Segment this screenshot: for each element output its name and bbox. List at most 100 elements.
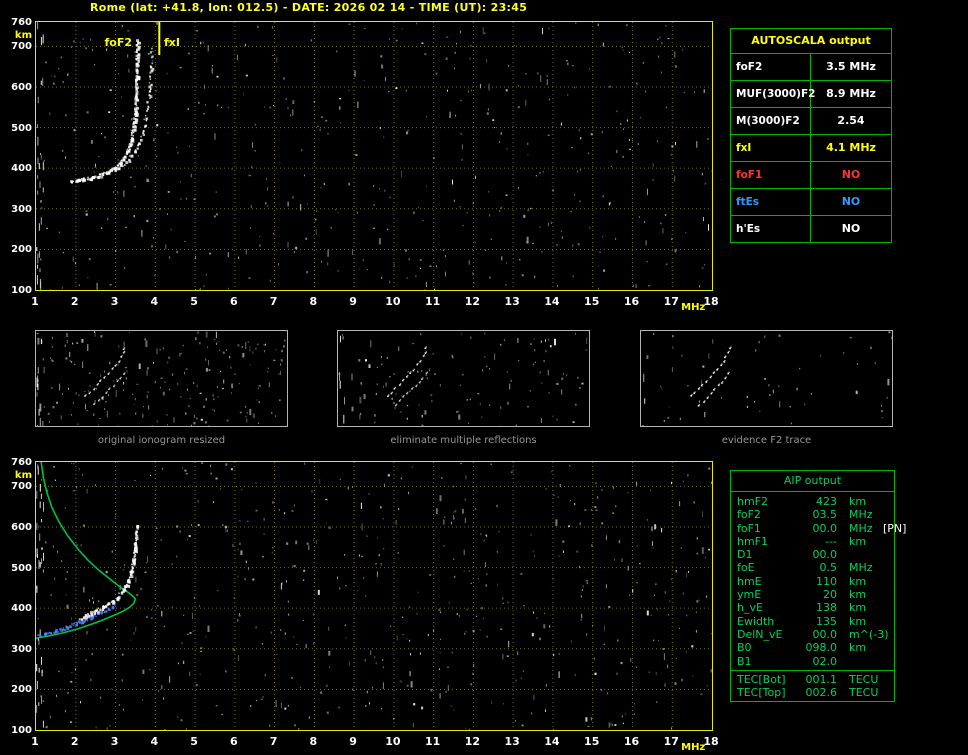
y-axis-unit-label: km <box>14 30 32 41</box>
x-axis-tick: 11 <box>424 735 441 748</box>
table-row: ftEs NO <box>731 189 891 216</box>
table-cell <box>881 495 894 508</box>
thumbnail-caption: eliminate multiple reflections <box>390 435 537 446</box>
table-cell-label: MUF(3000)F2 <box>731 81 815 107</box>
x-axis-tick: 2 <box>70 295 79 308</box>
table-cell: km <box>849 588 867 602</box>
table-cell-label: foF2 <box>731 54 811 80</box>
table-cell-label: foF1 <box>731 162 811 188</box>
x-axis-tick: 17 <box>663 735 679 748</box>
x-axis-tick: 13 <box>504 735 520 748</box>
y-axis-tick: 200 <box>11 244 32 256</box>
fxI-annotation-label: fxI <box>164 36 180 49</box>
table-cell-label: h'Es <box>731 216 811 242</box>
x-axis-unit-label: MHz <box>681 742 706 753</box>
x-axis-tick: 17 <box>663 295 679 308</box>
x-axis-tick: 5 <box>190 295 198 308</box>
x-axis-tick: 3 <box>110 735 119 748</box>
table-cell: km <box>849 614 867 628</box>
bottom-ionogram-profile-plot <box>35 461 713 731</box>
table-cell: 002.6 <box>805 686 838 700</box>
table-cell: --- <box>825 534 837 548</box>
table-cell: hmF2 <box>737 495 769 508</box>
table-cell: hmE <box>737 574 762 588</box>
table-cell-label: ftEs <box>731 189 811 215</box>
table-cell: 098.0 <box>805 641 838 655</box>
table-row: foF2 03.5 MHz <box>731 508 894 521</box>
table-cell <box>881 641 894 654</box>
table-cell: ymE <box>737 588 762 602</box>
table-row: foF1 NO <box>731 162 891 189</box>
table-cell <box>881 655 894 668</box>
table-cell <box>881 561 894 574</box>
table-cell-label: fxI <box>731 135 811 161</box>
y-axis-tick: 500 <box>11 122 32 134</box>
table-cell: TECU <box>849 686 879 700</box>
x-axis-tick: 16 <box>623 295 640 308</box>
table-cell: foF1 <box>737 521 761 535</box>
x-axis-tick: 6 <box>229 735 238 748</box>
table-row: foE 0.5 MHz <box>731 561 894 574</box>
table-row: M(3000)F2 2.54 <box>731 108 891 135</box>
x-axis-tick: 10 <box>385 735 401 748</box>
x-axis-tick: 8 <box>309 735 318 748</box>
table-cell: 138 <box>816 601 837 615</box>
table-cell <box>881 601 894 614</box>
table-cell: km <box>849 601 867 615</box>
y-axis-tick: 600 <box>11 81 32 93</box>
table-cell: hmF1 <box>737 534 769 548</box>
table-cell-value: NO <box>841 168 861 181</box>
x-axis-tick: 9 <box>349 735 357 748</box>
table-cell: B1 <box>737 654 752 668</box>
table-cell: 00.0 <box>812 627 838 641</box>
table-row: ymE 20 km <box>731 588 894 601</box>
x-axis-tick: 5 <box>190 735 198 748</box>
table-row: h'Es NO <box>731 216 891 242</box>
y-axis-tick: 400 <box>11 603 32 615</box>
autoscala-table-rows: foF2 3.5 MHz MUF(3000)F2 8.9 MHz M(3000)F2 2.… <box>731 54 891 242</box>
table-cell: km <box>849 641 867 655</box>
table-cell <box>881 673 894 686</box>
table-row: fxI 4.1 MHz <box>731 135 891 162</box>
table-separator <box>731 669 894 671</box>
x-axis-tick: 4 <box>150 295 159 308</box>
thumbnail-canvas <box>36 331 286 432</box>
table-cell <box>881 588 894 601</box>
table-row: foF2 3.5 MHz <box>731 54 891 81</box>
x-axis-tick: 8 <box>309 295 318 308</box>
x-axis-tick: 7 <box>269 735 278 748</box>
x-axis-tick: 1 <box>31 295 39 308</box>
y-axis-tick: 200 <box>11 684 32 696</box>
table-cell: B0 <box>737 641 752 655</box>
table-row: TEC[Top] 002.6 TECU <box>731 686 894 699</box>
table-row: foF1 00.0 MHz [PN] <box>731 521 906 535</box>
table-cell: 001.1 <box>805 672 838 686</box>
table-cell: 03.5 <box>812 508 838 522</box>
bottom-ionogram-canvas <box>36 462 712 730</box>
table-cell <box>881 535 894 548</box>
y-axis-tick: 300 <box>11 643 32 655</box>
table-cell: [PN] <box>883 521 907 535</box>
aip-table-rows: hmF2 423 km foF2 03.5 MHz foF1 00.0 MHz [PN] hmF1 -… <box>731 492 906 701</box>
x-axis-tick: 10 <box>385 295 401 308</box>
table-cell <box>881 575 894 588</box>
x-axis-tick: 4 <box>150 735 159 748</box>
table-cell <box>837 548 881 561</box>
x-axis-tick: 14 <box>544 735 560 748</box>
x-axis-tick: 16 <box>623 735 640 748</box>
y-axis-tick: 700 <box>11 481 32 493</box>
autoscala-screen: Rome (lat: +41.8, lon: 012.5) - DATE: 20… <box>0 0 968 755</box>
table-cell: km <box>849 534 867 548</box>
thumbnail-f2-trace-evidence <box>640 330 893 434</box>
x-axis-tick: 6 <box>229 295 238 308</box>
thumbnail-caption: evidence F2 trace <box>721 435 812 446</box>
y-axis-tick: 600 <box>11 521 32 533</box>
autoscala-table-header: AUTOSCALA output <box>731 29 891 54</box>
table-cell: 20 <box>823 588 837 602</box>
table-cell <box>881 628 894 641</box>
table-cell: foE <box>737 561 755 575</box>
x-axis-tick: 15 <box>584 295 600 308</box>
top-ionogram-plot <box>35 21 713 291</box>
table-row: Ewidth 135 km <box>731 615 894 628</box>
y-axis-unit-label: km <box>14 470 32 481</box>
